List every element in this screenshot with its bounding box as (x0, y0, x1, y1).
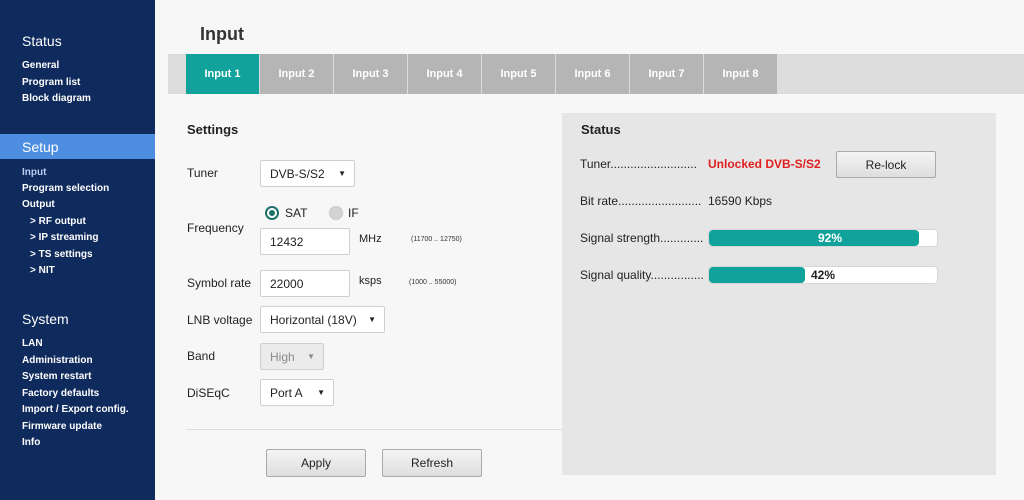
sidebar-item-output[interactable]: Output (22, 199, 55, 210)
signal-strength-bar: 92% (708, 229, 938, 247)
frequency-input[interactable]: 12432 (260, 228, 350, 255)
caret-down-icon: ▼ (368, 315, 376, 324)
symbol-rate-input[interactable]: 22000 (260, 270, 350, 297)
caret-down-icon: ▼ (307, 352, 315, 361)
radio-sat-label: SAT (285, 206, 308, 220)
signal-quality-fill (709, 267, 805, 283)
band-select: High ▼ (260, 343, 324, 370)
sidebar-heading-setup-label: Setup (22, 139, 59, 155)
band-label: Band (187, 349, 216, 363)
status-quality-label: Signal quality................ (580, 268, 704, 282)
tab-input-6[interactable]: Input 6 (556, 54, 629, 94)
sidebar-item-ts-settings[interactable]: > TS settings (30, 249, 93, 260)
tab-input-5[interactable]: Input 5 (482, 54, 555, 94)
frequency-range: (11700 .. 12750) (411, 236, 462, 243)
sidebar-item-lan[interactable]: LAN (22, 338, 43, 349)
tab-input-3[interactable]: Input 3 (334, 54, 407, 94)
refresh-button[interactable]: Refresh (382, 449, 482, 477)
sidebar-item-import-export[interactable]: Import / Export config. (22, 404, 129, 415)
status-bitrate-value: 16590 Kbps (708, 194, 773, 208)
caret-down-icon: ▼ (338, 169, 346, 178)
band-value: High (270, 349, 295, 364)
tab-input-8[interactable]: Input 8 (704, 54, 777, 94)
radio-if[interactable] (329, 206, 343, 220)
sidebar-item-nit[interactable]: > NIT (30, 265, 55, 276)
diseqc-select[interactable]: Port A ▼ (260, 379, 334, 406)
tab-input-1[interactable]: Input 1 (186, 54, 259, 94)
status-bitrate-label: Bit rate......................... (580, 194, 702, 208)
lnb-voltage-value: Horizontal (18V) (270, 312, 357, 327)
sidebar-heading-status: Status (22, 33, 62, 49)
status-tuner-value: Unlocked DVB-S/S2 (708, 157, 821, 171)
frequency-unit: MHz (359, 233, 382, 245)
input-tabs: Input 1 Input 2 Input 3 Input 4 Input 5 … (168, 54, 1024, 94)
main-content: Input Input 1 Input 2 Input 3 Input 4 In… (155, 0, 1024, 500)
sidebar-item-info[interactable]: Info (22, 437, 40, 448)
diseqc-value: Port A (270, 385, 303, 400)
sidebar-item-block-diagram[interactable]: Block diagram (22, 93, 91, 104)
radio-sat[interactable] (265, 206, 279, 220)
sidebar-item-firmware-update[interactable]: Firmware update (22, 421, 102, 432)
status-tuner-label: Tuner.......................... (580, 157, 697, 171)
lnb-voltage-label: LNB voltage (187, 313, 253, 327)
sidebar-item-administration[interactable]: Administration (22, 355, 93, 366)
sidebar-item-program-list[interactable]: Program list (22, 77, 80, 88)
sidebar-item-rf-output[interactable]: > RF output (30, 216, 86, 227)
caret-down-icon: ▼ (317, 388, 325, 397)
sidebar-item-input[interactable]: Input (22, 167, 46, 178)
sidebar-heading-setup: Setup (0, 134, 155, 159)
page-title: Input (200, 24, 244, 44)
diseqc-label: DiSEqC (187, 386, 230, 400)
radio-if-label: IF (348, 206, 359, 220)
tab-input-7[interactable]: Input 7 (630, 54, 703, 94)
sidebar-item-ip-streaming[interactable]: > IP streaming (30, 232, 98, 243)
divider (186, 429, 562, 430)
status-strength-label: Signal strength............. (580, 231, 704, 245)
tab-input-2[interactable]: Input 2 (260, 54, 333, 94)
sidebar-item-system-restart[interactable]: System restart (22, 371, 91, 382)
sidebar-heading-system: System (22, 311, 69, 327)
signal-strength-fill (709, 230, 919, 246)
tuner-select[interactable]: DVB-S/S2 ▼ (260, 160, 355, 187)
apply-button[interactable]: Apply (266, 449, 366, 477)
sidebar: Status General Program list Block diagra… (0, 0, 155, 500)
tuner-label: Tuner (187, 166, 218, 180)
symbol-rate-range: (1000 .. 55000) (409, 279, 457, 286)
relock-button[interactable]: Re-lock (836, 151, 936, 178)
sidebar-item-general[interactable]: General (22, 60, 59, 71)
symbol-rate-unit: ksps (359, 275, 382, 287)
sidebar-item-program-selection[interactable]: Program selection (22, 183, 109, 194)
signal-quality-bar: 42% (708, 266, 938, 284)
settings-title: Settings (187, 122, 239, 137)
sidebar-item-factory-defaults[interactable]: Factory defaults (22, 388, 99, 399)
symbol-rate-label: Symbol rate (187, 276, 252, 290)
tab-input-4[interactable]: Input 4 (408, 54, 481, 94)
frequency-label: Frequency (187, 221, 244, 235)
tuner-select-value: DVB-S/S2 (270, 166, 325, 181)
status-panel: Status Tuner.......................... U… (562, 113, 996, 475)
signal-strength-text: 92% (818, 231, 843, 245)
signal-quality-text: 42% (811, 268, 836, 282)
lnb-voltage-select[interactable]: Horizontal (18V) ▼ (260, 306, 385, 333)
status-title: Status (581, 122, 621, 137)
